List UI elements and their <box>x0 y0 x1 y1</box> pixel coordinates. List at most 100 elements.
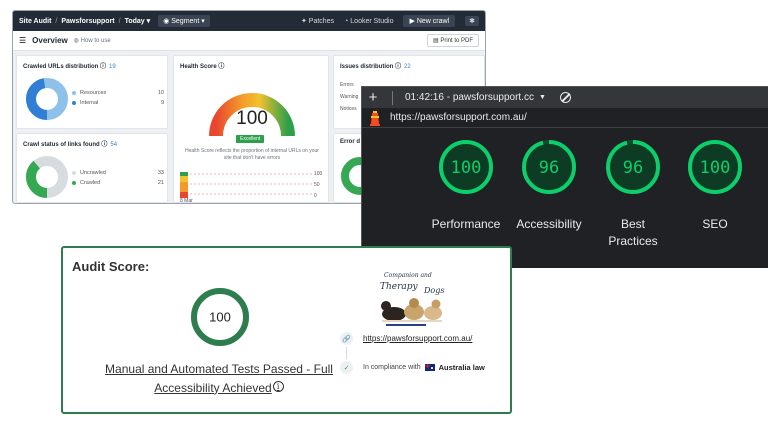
gauge-label-performance[interactable]: Performance <box>424 216 508 233</box>
compliance-law: Australia law <box>438 363 485 372</box>
report-selector[interactable]: 01:42:16 - pawsforsupport.cc <box>405 92 534 103</box>
gauge-score[interactable]: 100 <box>451 158 482 178</box>
segment-label: Segment <box>171 18 200 25</box>
breadcrumb-site-audit[interactable]: Site Audit <box>19 18 51 25</box>
info-icon: ⓘ <box>101 142 108 148</box>
legend-value: 10 <box>157 90 164 96</box>
audit-message-line2[interactable]: Accessibility Achieved <box>154 381 271 395</box>
screenshot-collage: Site Audit / Pawsforsupport / Today ▾ ◉ … <box>0 0 768 432</box>
print-pdf-button[interactable]: ▤ Print to PDF <box>426 34 479 47</box>
overview-bar: ☰ Overview ◍ How to use ▤ Print to PDF <box>13 31 485 51</box>
lighthouse-logo-icon <box>370 110 380 126</box>
audit-score-value: 100 <box>209 310 231 325</box>
legend-label: Crawled <box>80 180 101 186</box>
audit-score-ring: 100 <box>191 288 249 346</box>
crawl-status-title: Crawl status of links found ⓘ 54 <box>17 134 167 148</box>
gauge-label-accessibility[interactable]: Accessibility <box>507 216 591 233</box>
plus-icon[interactable]: + <box>362 89 384 106</box>
breadcrumb-separator: / <box>55 17 58 25</box>
topbar-actions: ✦ Patches ◔ Looker Studio ▶ New crawl ✱ <box>301 15 479 27</box>
breadcrumb-date-label: Today <box>124 18 145 25</box>
help-icon: ◍ <box>73 38 79 44</box>
patches-icon: ✦ <box>300 18 307 25</box>
looker-studio-button[interactable]: ◔ Looker Studio <box>344 18 393 25</box>
health-score-description: Health Score reflects the proportion of … <box>185 148 319 161</box>
health-trend-chart <box>180 172 312 198</box>
breadcrumb-date[interactable]: Today ▾ <box>125 17 151 25</box>
legend-label: Uncrawled <box>80 170 106 176</box>
legend-label: Resources <box>80 90 107 96</box>
audit-score-title: Audit Score: <box>72 259 150 274</box>
print-label: Print to PDF <box>440 38 473 44</box>
gauge-label-best-practices[interactable]: Best Practices <box>608 216 658 250</box>
page-title: Overview <box>32 36 68 45</box>
play-icon: ▶ <box>409 18 415 25</box>
crawled-urls-donut <box>26 78 68 120</box>
health-score-title-text: Health Score <box>180 64 217 70</box>
issues-row-warning[interactable]: Warning <box>340 94 358 100</box>
print-icon: ▤ <box>432 38 439 44</box>
legend-internal[interactable]: Internal 9 <box>72 100 164 106</box>
audit-result-message: Manual and Automated Tests Passed - Full… <box>101 360 337 397</box>
audited-site-link[interactable]: https://pawsforsupport.com.au/ <box>363 334 472 343</box>
legend-value: 9 <box>160 100 164 106</box>
legend-crawled[interactable]: Crawled 21 <box>72 180 164 186</box>
looker-icon: ◔ <box>344 17 349 25</box>
issues-row-notices[interactable]: Notices <box>340 106 357 112</box>
dogs-illustration <box>381 298 442 322</box>
legend-uncrawled[interactable]: Uncrawled 33 <box>72 170 164 176</box>
crawl-status-donut <box>26 156 68 198</box>
legend-value: 21 <box>157 180 164 186</box>
health-score-title: Health Score ⓘ <box>174 56 328 70</box>
legend-dot <box>72 171 76 175</box>
patches-button[interactable]: ✦ Patches <box>301 17 334 25</box>
health-score-badge: Excellent <box>236 135 265 143</box>
compliance-prefix: In compliance with <box>363 364 421 371</box>
gauge-score[interactable]: 96 <box>623 158 643 178</box>
issues-row-errors[interactable]: Errors <box>340 82 354 88</box>
crawled-urls-count[interactable]: 19 <box>109 64 116 70</box>
gauge-score[interactable]: 100 <box>700 158 731 178</box>
info-icon: ⓘ <box>218 64 225 70</box>
new-crawl-label: New crawl <box>416 18 450 25</box>
companion-dogs-logo: Companion and Therapy Dogs <box>376 272 452 328</box>
clear-icon[interactable] <box>559 92 571 103</box>
lighthouse-panel: + 01:42:16 - pawsforsupport.cc ▼ https:/… <box>361 86 768 268</box>
segment-icon: ◉ <box>163 18 170 25</box>
legend-dot <box>72 101 76 105</box>
trend-axis-bottom: 0 <box>314 193 317 199</box>
crawled-urls-title-text: Crawled URLs distribution <box>23 64 99 70</box>
legend-value: 33 <box>157 170 164 176</box>
gear-icon[interactable]: ✱ <box>465 16 479 26</box>
gauge-score[interactable]: 96 <box>539 158 559 178</box>
trend-date-label: 8 Mar <box>180 198 193 204</box>
lighthouse-gauges: 100 96 96 100 <box>439 140 742 194</box>
issues-count[interactable]: 22 <box>404 64 411 70</box>
crawl-status-card: Crawl status of links found ⓘ 54 Uncrawle… <box>16 133 168 203</box>
logo-text-top: Companion and <box>384 272 432 279</box>
info-icon[interactable]: i <box>272 380 284 392</box>
crawl-status-count[interactable]: 54 <box>110 142 117 148</box>
how-to-use-link[interactable]: ◍ How to use <box>74 37 111 44</box>
gauge-label-seo[interactable]: SEO <box>673 216 757 233</box>
new-crawl-button[interactable]: ▶ New crawl <box>403 15 456 27</box>
audit-message-line1[interactable]: Manual and Automated Tests Passed - Full <box>105 362 333 376</box>
legend-dot <box>72 181 76 185</box>
segment-button[interactable]: ◉ Segment ▾ <box>158 15 210 27</box>
compliance-statement: In compliance with Australia law <box>363 363 485 372</box>
chevron-down-icon[interactable]: ▼ <box>539 94 546 101</box>
crawled-urls-title: Crawled URLs distribution ⓘ 19 <box>17 56 167 70</box>
legend-dot <box>72 91 76 95</box>
issues-distribution-title: Issues distribution ⓘ 22 <box>334 56 484 70</box>
australia-flag-icon <box>424 364 435 371</box>
crawl-status-legend: Uncrawled 33 Crawled 21 <box>72 170 164 190</box>
patches-label: Patches <box>308 18 335 25</box>
looker-label: Looker Studio <box>350 17 394 25</box>
audited-url[interactable]: https://pawsforsupport.com.au/ <box>390 112 527 123</box>
lighthouse-url-bar: https://pawsforsupport.com.au/ <box>362 108 768 128</box>
info-icon: ⓘ <box>395 64 402 70</box>
legend-resources[interactable]: Resources 10 <box>72 90 164 96</box>
hamburger-menu-icon[interactable]: ☰ <box>19 36 26 45</box>
legend-label: Internal <box>80 100 99 106</box>
breadcrumb-project[interactable]: Pawsforsupport <box>61 18 114 25</box>
